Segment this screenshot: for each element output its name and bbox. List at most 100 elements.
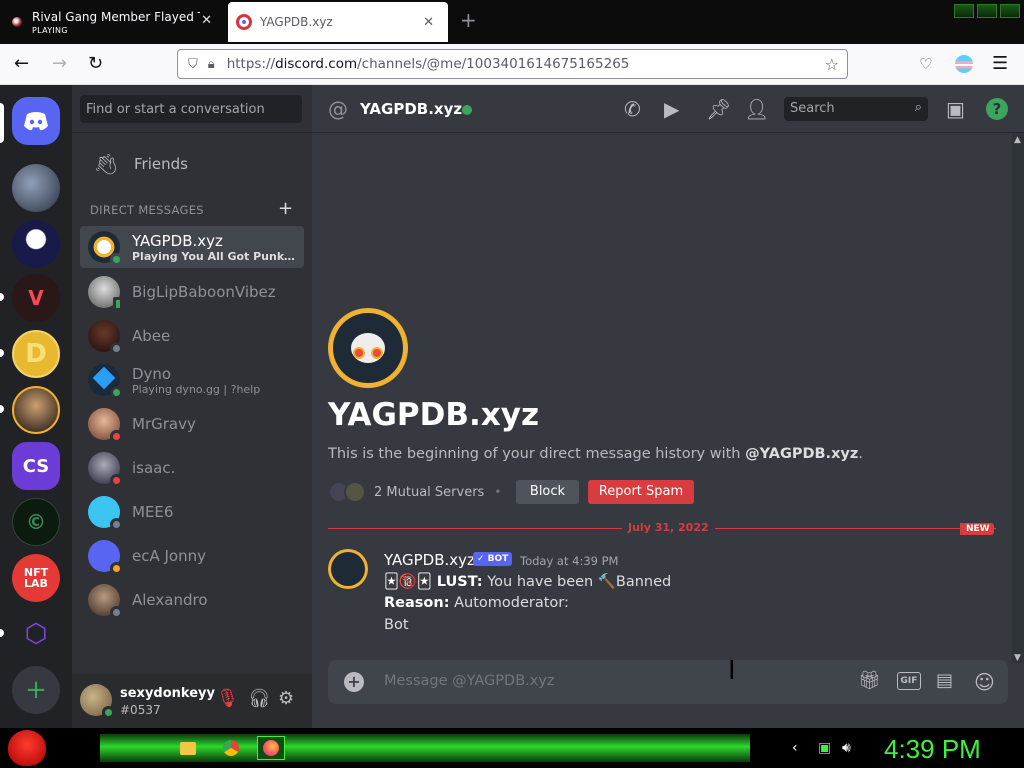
menu-hamburger-icon[interactable]: ☰	[992, 54, 1008, 74]
back-arrow-icon[interactable]: ←	[14, 54, 29, 74]
sticker-icon[interactable]: ▤	[936, 670, 953, 691]
friends-wave-icon: 👋︎	[93, 152, 119, 176]
text-cursor-icon: I	[728, 656, 736, 686]
scroll-up-icon[interactable]: ▲	[1014, 135, 1021, 145]
firefox-icon[interactable]	[257, 736, 285, 760]
bookmark-star-icon[interactable]: ☆	[825, 55, 839, 74]
gif-button[interactable]: GIF	[897, 672, 921, 690]
reload-icon[interactable]: ↻	[88, 54, 103, 74]
network-icon[interactable]: ▣	[818, 740, 831, 756]
account-avatar-icon[interactable]	[955, 55, 973, 73]
file-explorer-icon[interactable]	[174, 736, 202, 760]
close-tab-icon[interactable]: ✕	[201, 13, 212, 28]
server-icon[interactable]	[12, 220, 60, 268]
dm-item-isaac[interactable]: isaac.	[80, 447, 304, 489]
add-friend-icon[interactable]: 👤︎	[744, 97, 769, 121]
tray-arrow-icon[interactable]: ‹	[792, 740, 798, 756]
nft-lab-server-icon[interactable]: NFT LAB	[12, 554, 60, 602]
dm-item-yagpdb[interactable]: YAGPDB.xyz Playing You All Got Punked Du…	[80, 226, 304, 268]
headphones-icon[interactable]: 🎧︎	[248, 688, 271, 709]
report-spam-button[interactable]: Report Spam	[588, 480, 694, 504]
mute-microphone-icon[interactable]: 🎙︎	[216, 688, 239, 709]
scrollbar[interactable]: ▲ ▼	[1012, 133, 1024, 663]
create-dm-plus-icon[interactable]: +	[278, 198, 293, 219]
message-timestamp: Today at 4:39 PM	[520, 554, 619, 568]
dm-item-abee[interactable]: Abee	[80, 315, 304, 357]
close-tab-icon[interactable]: ✕	[423, 15, 434, 30]
server-icon[interactable]	[12, 164, 60, 212]
settings-gear-icon[interactable]: ⚙	[278, 688, 294, 709]
dm-item-alexandro[interactable]: Alexandro	[80, 579, 304, 621]
message-input[interactable]: Message @YAGPDB.xyz	[384, 673, 555, 689]
polygon-server-icon[interactable]: ⬡	[12, 610, 60, 658]
dm-item-dyno[interactable]: Dyno Playing dyno.gg | ?help	[80, 359, 304, 401]
lock-icon[interactable]: 🔒︎	[208, 57, 215, 72]
help-icon[interactable]: ?	[986, 98, 1008, 120]
inbox-icon[interactable]: ▣	[946, 97, 965, 121]
attach-plus-icon[interactable]: +	[344, 672, 364, 692]
video-call-icon[interactable]: ▶	[664, 97, 679, 121]
maximize-button[interactable]	[977, 4, 997, 18]
channel-name: YAGPDB.xyz	[360, 100, 463, 118]
unread-pill	[0, 629, 4, 637]
avatar	[88, 540, 123, 575]
server-icon[interactable]: D	[12, 330, 60, 378]
offline-status-icon	[110, 606, 123, 619]
start-button[interactable]	[8, 730, 46, 766]
voice-call-icon[interactable]: ✆	[624, 97, 641, 121]
offline-status-icon	[110, 518, 123, 531]
new-tab-icon[interactable]: +	[460, 10, 477, 30]
avatar	[88, 452, 123, 487]
emoji-icon[interactable]: ☺	[974, 670, 995, 694]
message-composer[interactable]: + Message @YAGPDB.xyz 🎁︎ GIF ▤ ☺	[328, 660, 1008, 704]
scroll-down-icon[interactable]: ▼	[1014, 653, 1021, 663]
user-avatar[interactable]	[80, 684, 115, 719]
dnd-status-icon	[110, 430, 123, 443]
dm-item-mrgravy[interactable]: MrGravy	[80, 403, 304, 445]
online-status-icon	[462, 105, 472, 115]
taskbar-clock[interactable]: 4:39 PM	[884, 734, 981, 765]
mutual-servers[interactable]: 2 Mutual Servers •	[328, 480, 501, 504]
discord-home-icon[interactable]	[12, 97, 60, 145]
friends-nav-item[interactable]: 👋︎ Friends	[80, 147, 304, 181]
gift-icon[interactable]: 🎁︎	[858, 670, 881, 691]
server-icon[interactable]: ©	[12, 498, 60, 546]
dm-activity: Playing dyno.gg | ?help	[132, 382, 261, 396]
forward-arrow-icon[interactable]: →	[52, 54, 67, 74]
dm-name: MrGravy	[132, 415, 196, 433]
close-window-button[interactable]	[1000, 4, 1020, 18]
add-server-icon[interactable]: +	[12, 666, 60, 714]
tab-title: Rival Gang Member Flayed Tort	[32, 9, 200, 24]
dm-item-mee6[interactable]: MEE6	[80, 491, 304, 533]
block-button[interactable]: Block	[516, 480, 579, 504]
cs-server-icon[interactable]: CS	[12, 442, 60, 490]
dm-item-eca-jonny[interactable]: ecA Jonny	[80, 535, 304, 577]
volume-icon[interactable]: 🔊︎	[842, 740, 851, 756]
avatar	[88, 231, 123, 266]
server-icon[interactable]	[12, 386, 60, 434]
separator-dot: •	[494, 485, 502, 499]
tab-rival-gang[interactable]: Rival Gang Member Flayed Tort PLAYING ✕	[0, 0, 226, 44]
find-conversation-input[interactable]: Find or start a conversation	[80, 95, 302, 123]
message-avatar[interactable]	[328, 549, 368, 589]
tab-yagpdb[interactable]: YAGPDB.xyz ✕	[228, 2, 448, 42]
pocket-icon[interactable]: ♡	[919, 54, 932, 74]
url-bar[interactable]: ⛉ 🔒︎ https://discord.com/channels/@me/10…	[177, 49, 848, 79]
taskbar: ‹ ▣ 🔊︎ 4:39 PM	[0, 728, 1024, 768]
pinned-messages-icon[interactable]: 📌︎	[706, 97, 731, 121]
avatar	[88, 584, 123, 619]
tab-title: YAGPDB.xyz	[260, 15, 333, 29]
at-icon: @	[328, 97, 348, 121]
dm-item-biglipbaboonvibez[interactable]: BigLipBaboonVibez	[80, 271, 304, 313]
shield-icon[interactable]: ⛉	[188, 57, 198, 72]
search-input[interactable]: Search ⌕	[784, 97, 928, 121]
avatar	[88, 364, 123, 399]
dm-name: isaac.	[132, 459, 176, 477]
url-text[interactable]: https://discord.com/channels/@me/1003401…	[227, 56, 630, 72]
unread-pill	[0, 405, 4, 413]
message-author[interactable]: YAGPDB.xyz	[384, 551, 475, 569]
tab-playing-label: PLAYING	[32, 25, 68, 35]
valorant-server-icon[interactable]: V	[12, 274, 60, 322]
minimize-button[interactable]	[954, 4, 974, 18]
chrome-icon[interactable]	[217, 736, 245, 760]
